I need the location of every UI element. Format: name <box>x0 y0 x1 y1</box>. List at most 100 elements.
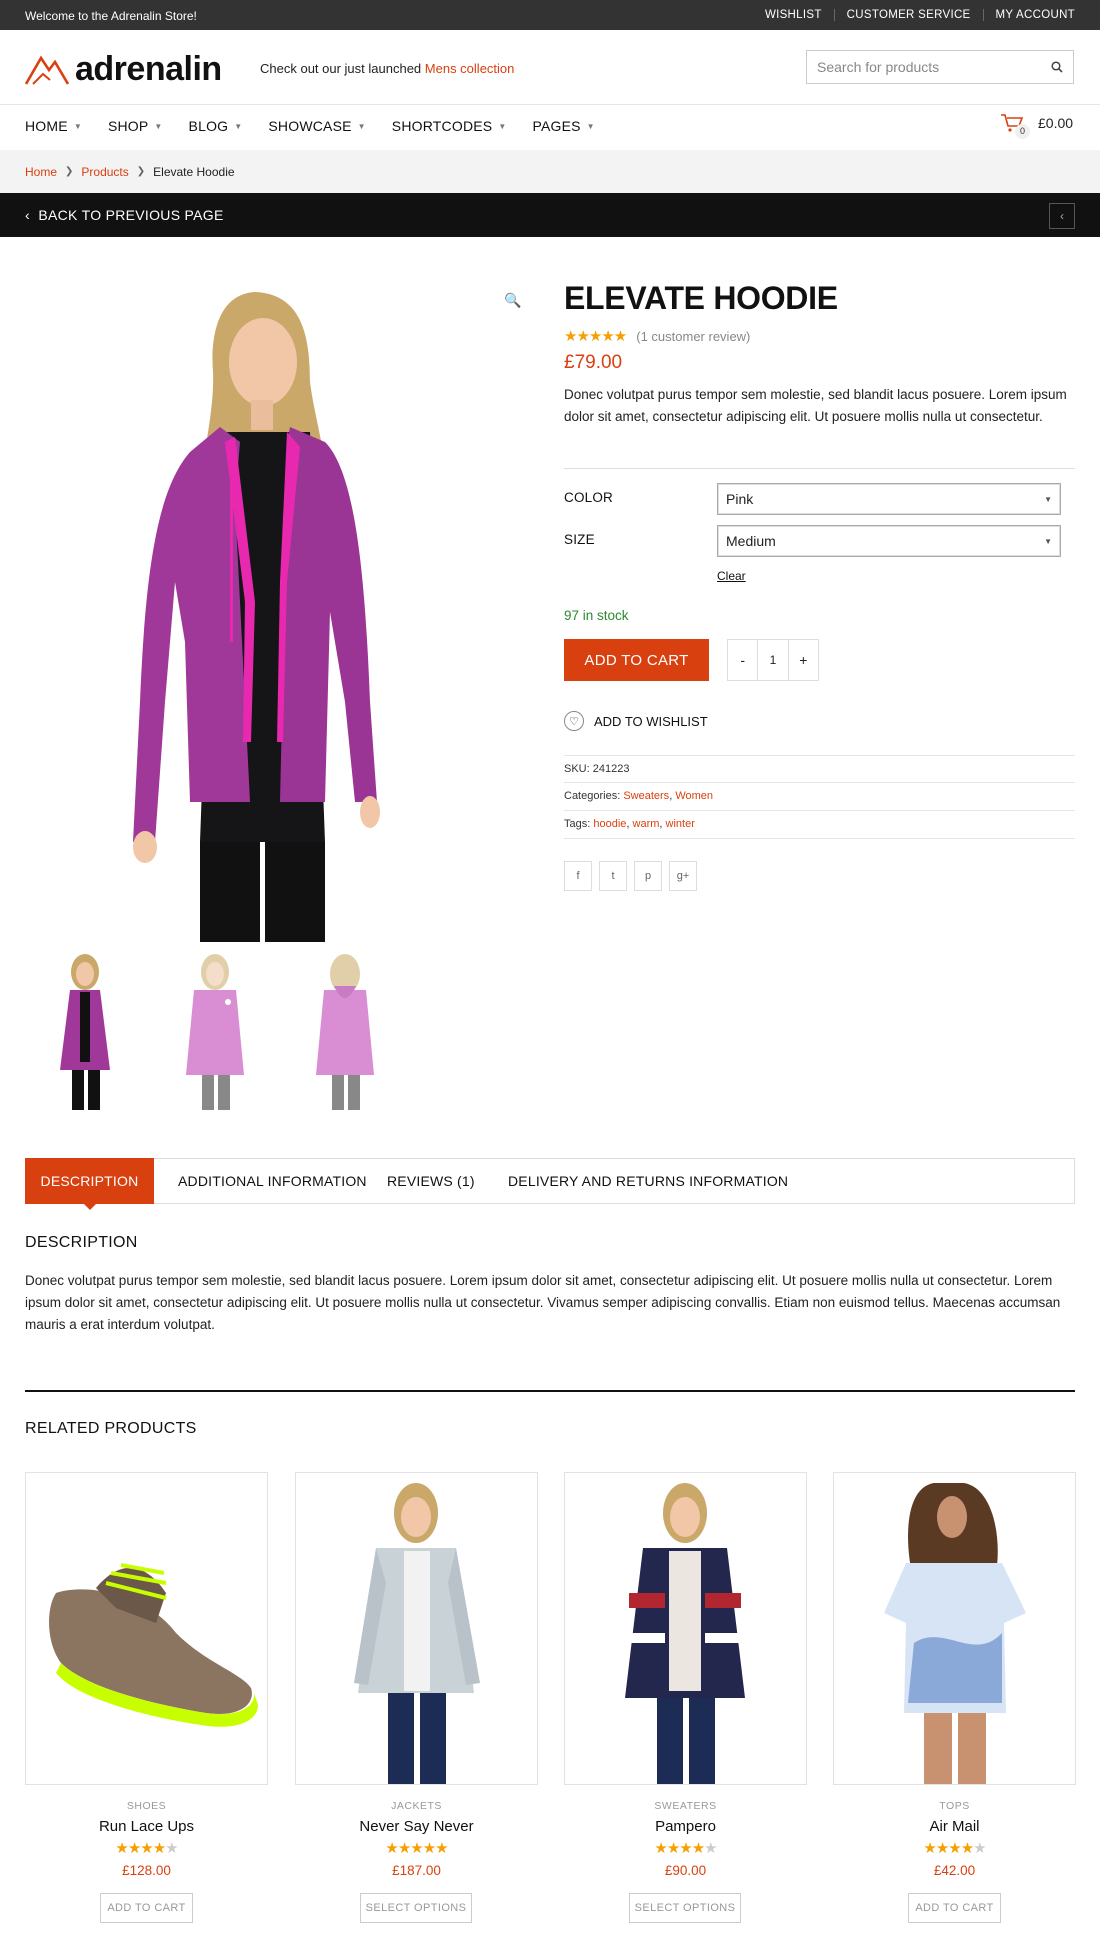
product-price: £128.00 <box>122 1863 171 1878</box>
search-placeholder: Search for products <box>817 59 940 75</box>
product-thumbnail-2[interactable] <box>160 950 270 1110</box>
category-link-sweaters[interactable]: Sweaters <box>623 790 669 802</box>
select-options-button[interactable]: SELECT OPTIONS <box>360 1893 472 1923</box>
my-account-link[interactable]: MY ACCOUNT <box>982 9 1075 21</box>
tag-link-winter[interactable]: winter <box>666 818 695 830</box>
nav-pages[interactable]: PAGES ▼ <box>532 118 594 134</box>
color-label: COLOR <box>564 490 614 505</box>
wishlist-link[interactable]: WISHLIST <box>753 9 834 21</box>
promo-text: Check out our just launched <box>260 61 422 76</box>
mini-cart[interactable]: 0 £0.00 <box>1000 113 1073 139</box>
related-product-image[interactable] <box>295 1472 538 1785</box>
twitter-icon[interactable]: t <box>599 861 627 891</box>
back-arrow-button[interactable]: ‹ <box>1049 203 1075 229</box>
nav-label: BLOG <box>188 118 229 134</box>
product-category: JACKETS <box>391 1800 442 1812</box>
zoom-icon[interactable]: 🔍 <box>504 292 521 309</box>
product-price: £90.00 <box>664 1863 707 1878</box>
mountain-logo-icon <box>25 55 69 85</box>
wishlist-label: ADD TO WISHLIST <box>594 713 708 729</box>
tag-link-hoodie[interactable]: hoodie <box>593 818 626 830</box>
categories-meta: Categories: Sweaters, Women <box>564 790 714 802</box>
add-to-cart-button[interactable]: ADD TO CART <box>908 1893 1001 1923</box>
main-nav: HOME ▼ SHOP ▼ BLOG ▼ SHOWCASE ▼ SHORTCODES ▼ … <box>25 118 621 134</box>
add-to-cart-button[interactable]: ADD TO CART <box>100 1893 193 1923</box>
chevron-right-icon: ❯ <box>136 166 146 177</box>
back-to-previous-link[interactable]: ‹ BACK TO PREVIOUS PAGE <box>25 207 224 223</box>
nav-shop[interactable]: SHOP ▼ <box>108 118 163 134</box>
chevron-left-icon: ‹ <box>1060 209 1064 223</box>
color-select[interactable]: Pink ▼ <box>717 483 1061 515</box>
tab-reviews[interactable]: REVIEWS (1) <box>387 1158 475 1204</box>
customer-service-link[interactable]: CUSTOMER SERVICE <box>833 9 983 21</box>
clear-selection-link[interactable]: Clear <box>717 569 746 583</box>
product-name-link[interactable]: Pampero <box>564 1818 807 1835</box>
header-divider <box>0 104 1100 105</box>
nav-blog[interactable]: BLOG ▼ <box>189 118 243 134</box>
meta-divider <box>564 782 1075 783</box>
related-product-image[interactable] <box>25 1472 268 1785</box>
product-category: SWEATERS <box>654 1800 717 1812</box>
related-product-image[interactable] <box>564 1472 807 1785</box>
product-name-link[interactable]: Run Lace Ups <box>25 1818 268 1835</box>
cart-count-badge: 0 <box>1015 124 1030 139</box>
category-link-women[interactable]: Women <box>675 790 713 802</box>
nav-shortcodes[interactable]: SHORTCODES ▼ <box>392 118 507 134</box>
tag-link-warm[interactable]: warm <box>633 818 660 830</box>
google-plus-icon[interactable]: g+ <box>669 861 697 891</box>
add-to-wishlist-link[interactable]: ♡ ADD TO WISHLIST <box>564 711 708 731</box>
sku-meta: SKU: 241223 <box>564 763 629 775</box>
quantity-input[interactable]: 1 <box>757 640 789 680</box>
heart-icon: ♡ <box>564 711 584 731</box>
quantity-increase-button[interactable]: + <box>789 640 818 680</box>
breadcrumb-current: Elevate Hoodie <box>153 164 235 179</box>
product-name-link[interactable]: Air Mail <box>833 1818 1076 1835</box>
tab-delivery-returns[interactable]: DELIVERY AND RETURNS INFORMATION <box>508 1158 788 1204</box>
logo-wordmark: adrenalin <box>75 50 222 88</box>
nav-home[interactable]: HOME ▼ <box>25 118 82 134</box>
breadcrumb: Home ❯ Products ❯ Elevate Hoodie <box>0 150 1100 193</box>
product-thumbnail-1[interactable] <box>30 950 140 1110</box>
promo-message: Check out our just launched Mens collect… <box>260 61 514 76</box>
star-rating-icon: ★★★★★ <box>923 1840 986 1857</box>
active-tab-pointer <box>83 1203 97 1210</box>
search-icon[interactable] <box>1051 61 1063 73</box>
star-rating-icon: ★★★★★ <box>115 1840 178 1857</box>
product-thumbnail-3[interactable] <box>290 950 400 1110</box>
facebook-icon[interactable]: f <box>564 861 592 891</box>
customer-review-link[interactable]: (1 customer review) <box>636 329 750 344</box>
product-name-link[interactable]: Never Say Never <box>295 1818 538 1835</box>
quantity-stepper: - 1 + <box>727 639 819 681</box>
meta-divider <box>564 838 1075 839</box>
pinterest-icon[interactable]: p <box>634 861 662 891</box>
tab-description[interactable]: DESCRIPTION <box>25 1158 154 1204</box>
welcome-text: Welcome to the Adrenalin Store! <box>25 9 197 23</box>
size-label: SIZE <box>564 532 595 547</box>
product-main-image[interactable] <box>25 282 525 942</box>
tags-label: Tags: <box>564 818 591 830</box>
tab-additional-information[interactable]: ADDITIONAL INFORMATION <box>178 1158 367 1204</box>
breadcrumb-products[interactable]: Products <box>81 165 128 179</box>
cardigan-image <box>625 1483 745 1784</box>
star-rating-icon: ★★★★★ <box>654 1840 717 1857</box>
back-label: BACK TO PREVIOUS PAGE <box>38 207 224 223</box>
categories-label: Categories: <box>564 790 621 802</box>
mens-collection-link[interactable]: Mens collection <box>425 61 515 76</box>
quantity-decrease-button[interactable]: - <box>728 640 757 680</box>
breadcrumb-home[interactable]: Home <box>25 165 57 179</box>
description-text: Donec volutpat purus tempor sem molestie… <box>25 1273 1061 1332</box>
nav-showcase[interactable]: SHOWCASE ▼ <box>268 118 365 134</box>
related-product-image[interactable] <box>833 1472 1076 1785</box>
product-category: SHOES <box>126 1800 167 1812</box>
add-to-cart-button[interactable]: ADD TO CART <box>564 639 709 681</box>
product-title: ELEVATE HOODIE <box>564 280 838 316</box>
product-price: £187.00 <box>392 1863 441 1878</box>
top-bar: Welcome to the Adrenalin Store! WISHLIST… <box>0 0 1100 30</box>
product-rating: ★★★★★ (1 customer review) <box>564 327 750 345</box>
size-select[interactable]: Medium ▼ <box>717 525 1061 557</box>
site-logo[interactable]: adrenalin <box>25 50 222 89</box>
shoe-image <box>49 1563 258 1727</box>
chevron-left-icon: ‹ <box>25 207 30 223</box>
select-options-button[interactable]: SELECT OPTIONS <box>629 1893 741 1923</box>
search-input[interactable]: Search for products <box>806 50 1074 84</box>
